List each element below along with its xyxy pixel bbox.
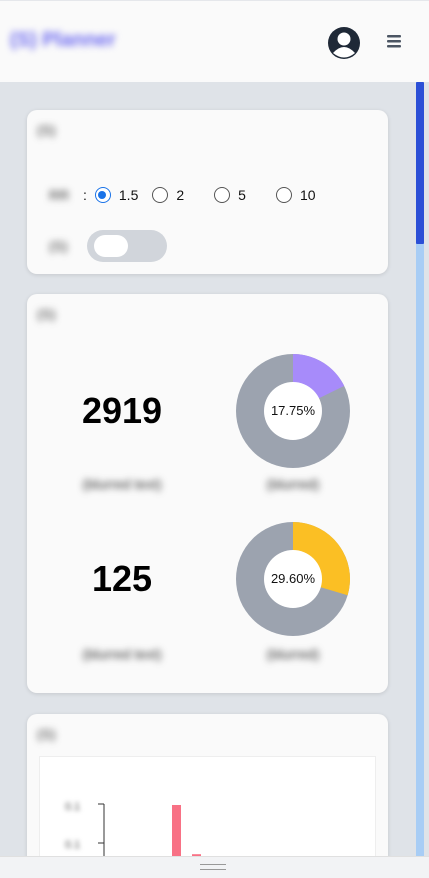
rr-option-label: 2 (176, 187, 185, 203)
donut-percent: 17.75% (270, 403, 316, 418)
rr-option-label: 5 (238, 187, 246, 203)
radio-checked-icon[interactable] (94, 187, 111, 203)
rr-radio-group: RR : 1.5 2 5 10 (49, 184, 330, 206)
rr-colon: : (83, 187, 87, 203)
settings-card: (S) RR : 1.5 2 5 10 (S) (27, 110, 388, 274)
toggle-knob[interactable] (94, 235, 128, 257)
stats-card: (S) 2919 (blurred text) 17.75% (blurred)… (27, 294, 388, 693)
y-tick-label: 0.1 (65, 839, 80, 851)
scrollbar[interactable] (416, 82, 424, 856)
rr-option-1-5[interactable]: 1.5 (94, 187, 139, 203)
bottom-sheet-bar[interactable] (0, 856, 429, 878)
rr-label: RR (49, 187, 70, 203)
stats-card-title: (S) (37, 306, 56, 322)
settings-card-title: (S) (37, 122, 56, 138)
user-circle-icon[interactable] (327, 26, 361, 60)
stat-value: 125 (91, 558, 153, 599)
donut-label: (blurred) (266, 646, 320, 662)
app-title: (S) Planner (10, 29, 116, 51)
donut-label: (blurred) (266, 476, 320, 492)
rr-option-2[interactable]: 2 (152, 187, 184, 203)
toggle-switch[interactable] (87, 230, 167, 262)
y-tick-label: 0.1 (65, 801, 80, 813)
toggle-row: (S) (49, 230, 167, 262)
rr-option-label: 10 (299, 187, 316, 203)
rr-option-10[interactable]: 10 (275, 187, 316, 203)
rr-option-5[interactable]: 5 (214, 187, 246, 203)
top-bar: (S) Planner (0, 0, 429, 82)
chart-card-title: (S) (37, 726, 56, 742)
stat-value: 2919 (81, 390, 163, 431)
radio-unchecked-icon[interactable] (275, 187, 292, 203)
drag-handle-icon[interactable] (200, 864, 226, 870)
hamburger-icon[interactable] (385, 32, 403, 50)
chart-card: (S) 0.1 0.1 (27, 714, 388, 874)
donut-percent: 29.60% (270, 571, 316, 586)
scrollbar-thumb[interactable] (416, 82, 424, 244)
radio-unchecked-icon[interactable] (152, 187, 169, 203)
radio-unchecked-icon[interactable] (214, 187, 231, 203)
stat-label: (blurred text) (82, 476, 162, 492)
stat-label: (blurred text) (82, 646, 162, 662)
rr-option-label: 1.5 (118, 187, 139, 203)
toggle-label: (S) (49, 238, 68, 254)
